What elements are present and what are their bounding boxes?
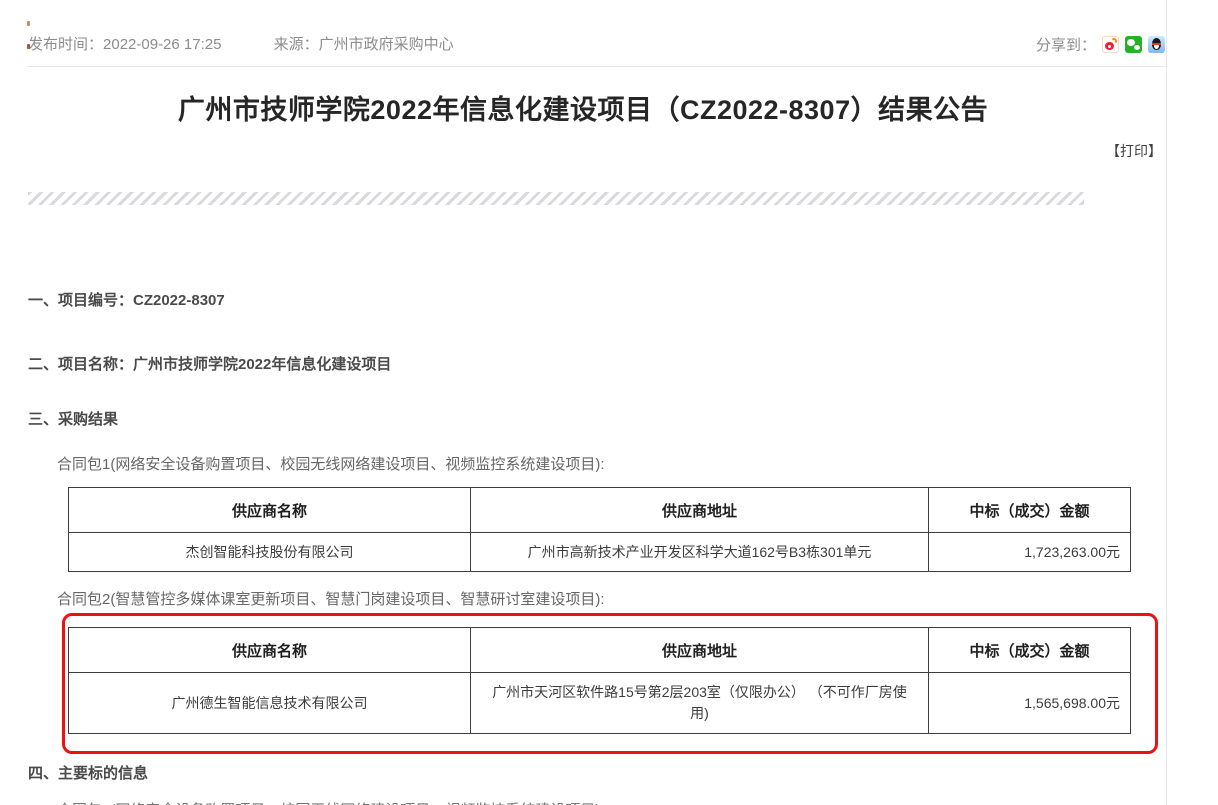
- publish-time-label: 发布时间：: [28, 36, 103, 53]
- header-divider: [28, 66, 1166, 67]
- left-edge-artifact: [27, 44, 30, 49]
- content-right-border: [1166, 0, 1167, 805]
- page-title: 广州市技师学院2022年信息化建设项目（CZ2022-8307）结果公告: [0, 88, 1166, 127]
- share-weibo-icon[interactable]: [1102, 36, 1119, 53]
- section-project-name: 二、项目名称：广州市技师学院2022年信息化建设项目: [28, 353, 391, 374]
- section-project-number: 一、项目编号：CZ2022-8307: [28, 289, 225, 310]
- bottom-clipped-text: 合同包1(网络安全设备购置项目、校园无线网络建设项目、视频监控系统建设项目):: [57, 799, 605, 805]
- col-supplier-name: 供应商名称: [69, 628, 471, 673]
- section-procurement-result: 三、采购结果: [28, 408, 118, 429]
- table-row: 杰创智能科技股份有限公司 广州市高新技术产业开发区科学大道162号B3栋301单…: [69, 533, 1131, 572]
- col-award-amount: 中标（成交）金额: [929, 488, 1131, 533]
- col-supplier-address: 供应商地址: [471, 488, 929, 533]
- package2-result-table: 供应商名称 供应商地址 中标（成交）金额 广州德生智能信息技术有限公司 广州市天…: [68, 627, 1131, 734]
- qq-scarf-shape: [1152, 43, 1161, 45]
- share-qq-icon[interactable]: [1148, 36, 1165, 53]
- print-button[interactable]: 【打印】: [1106, 141, 1162, 161]
- col-supplier-name: 供应商名称: [69, 488, 471, 533]
- col-award-amount: 中标（成交）金额: [929, 628, 1131, 673]
- article-meta: 发布时间：2022-09-26 17:25 来源：广州市政府采购中心: [28, 33, 454, 54]
- award-amount-cell: 1,565,698.00元: [929, 673, 1131, 734]
- table-row: 广州德生智能信息技术有限公司 广州市天河区软件路15号第2层203室（仅限办公）…: [69, 673, 1131, 734]
- supplier-address-cell: 广州市天河区软件路15号第2层203室（仅限办公） （不可作厂房使用): [471, 673, 929, 734]
- supplier-name-cell: 广州德生智能信息技术有限公司: [69, 673, 471, 734]
- col-supplier-address: 供应商地址: [471, 628, 929, 673]
- supplier-name-cell: 杰创智能科技股份有限公司: [69, 533, 471, 572]
- package1-result-table: 供应商名称 供应商地址 中标（成交）金额 杰创智能科技股份有限公司 广州市高新技…: [68, 487, 1131, 572]
- left-edge-artifact: [27, 21, 30, 26]
- publish-time-value: 2022-09-26 17:25: [103, 36, 221, 53]
- weibo-pupil-shape: [1108, 45, 1111, 48]
- package2-label: 合同包2(智慧管控多媒体课室更新项目、智慧门岗建设项目、智慧研讨室建设项目):: [57, 588, 605, 609]
- share-bar: 分享到：: [1036, 34, 1165, 55]
- wechat-bubble-small-shape: [1134, 45, 1140, 50]
- table-header-row: 供应商名称 供应商地址 中标（成交）金额: [69, 488, 1131, 533]
- share-wechat-icon[interactable]: [1125, 36, 1142, 53]
- section-main-subject-info: 四、主要标的信息: [28, 762, 148, 783]
- share-label: 分享到：: [1036, 34, 1096, 55]
- package1-label: 合同包1(网络安全设备购置项目、校园无线网络建设项目、视频监控系统建设项目):: [57, 453, 605, 474]
- source-label: 来源：: [274, 36, 319, 53]
- hatched-divider: [28, 192, 1084, 205]
- table-header-row: 供应商名称 供应商地址 中标（成交）金额: [69, 628, 1131, 673]
- supplier-address-cell: 广州市高新技术产业开发区科学大道162号B3栋301单元: [471, 533, 929, 572]
- award-amount-cell: 1,723,263.00元: [929, 533, 1131, 572]
- source-value: 广州市政府采购中心: [319, 36, 454, 53]
